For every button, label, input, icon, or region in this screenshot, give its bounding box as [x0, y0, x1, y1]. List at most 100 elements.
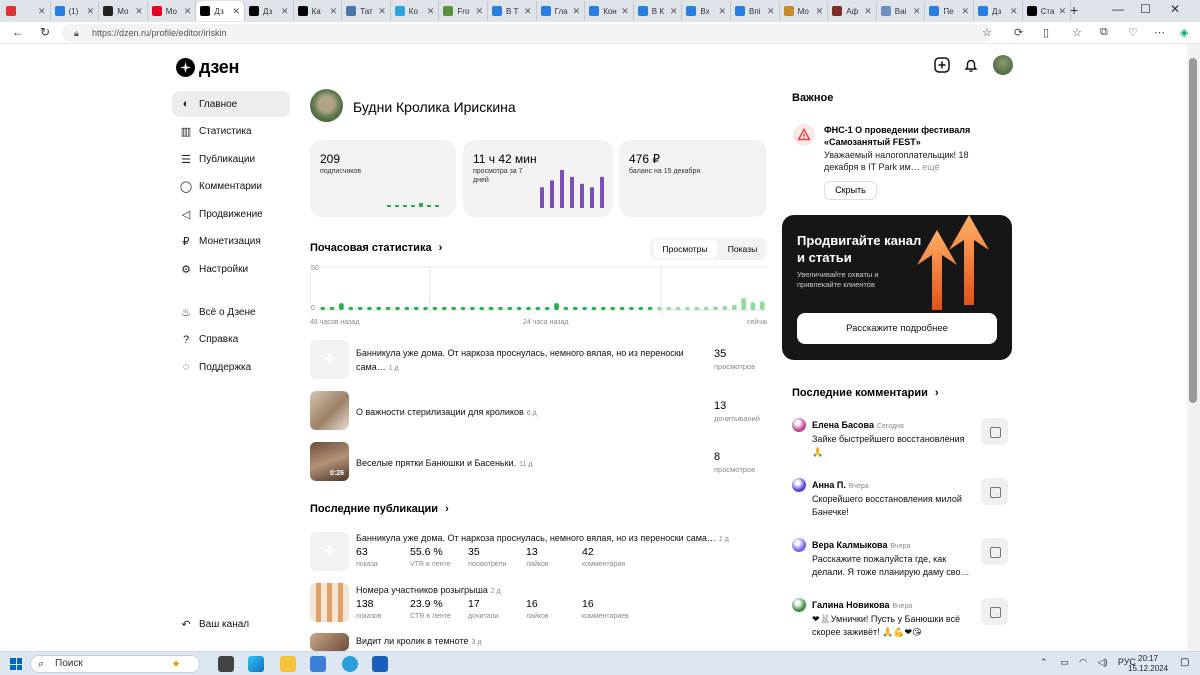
hourly-bar[interactable] — [610, 307, 615, 310]
hourly-bar[interactable] — [320, 307, 326, 310]
browser-tab[interactable]: ✕ — [2, 1, 51, 21]
tab-close-icon[interactable]: ✕ — [184, 6, 192, 17]
hourly-bar[interactable] — [600, 307, 606, 310]
store-app-icon[interactable] — [310, 656, 326, 672]
browser-tab[interactable]: Мо ✕ — [99, 1, 148, 21]
recent-comments-title[interactable]: Последние комментарии › — [792, 387, 939, 399]
tab-close-icon[interactable]: ✕ — [330, 6, 338, 17]
hourly-bar[interactable] — [470, 307, 475, 310]
views-card[interactable]: 11 ч 42 мин просмотра за 7 дней — [463, 140, 613, 217]
tab-close-icon[interactable]: ✕ — [1059, 6, 1067, 17]
tab-close-icon[interactable]: ✕ — [718, 6, 726, 17]
post-thumbnail-video[interactable]: 0:26 — [310, 442, 349, 481]
hourly-bar[interactable] — [713, 306, 718, 310]
tab-close-icon[interactable]: ✕ — [1010, 6, 1018, 17]
browser-tab[interactable]: В К ✕ — [634, 1, 683, 21]
extensions-icon[interactable]: ⟳ — [1014, 26, 1023, 39]
chevron-up-icon[interactable]: ⌃ — [1040, 657, 1048, 667]
hourly-bar[interactable] — [404, 307, 410, 310]
split-screen-icon[interactable]: ▯ — [1043, 26, 1049, 39]
hourly-bar[interactable] — [666, 307, 672, 310]
reply-button[interactable] — [981, 478, 1008, 505]
notifications-bell-icon[interactable] — [962, 56, 980, 74]
tab-close-icon[interactable]: ✕ — [475, 6, 483, 17]
hourly-bar[interactable] — [535, 307, 541, 310]
channel-avatar[interactable] — [310, 89, 343, 122]
collections-icon[interactable]: ⧉ — [1100, 26, 1108, 39]
back-icon[interactable]: ← — [12, 25, 24, 39]
hourly-bar[interactable] — [526, 307, 531, 310]
hide-button[interactable]: Скрыть — [824, 181, 877, 200]
browser-tab[interactable]: Аф ✕ — [828, 1, 877, 21]
sidebar-item[interactable]: ◌ Поддержка — [172, 354, 290, 380]
new-tab-button[interactable]: + — [1070, 2, 1078, 18]
reply-button[interactable] — [981, 538, 1008, 565]
task-view-icon[interactable] — [218, 656, 234, 672]
hourly-bar[interactable] — [423, 307, 428, 310]
tab-views[interactable]: Просмотры — [653, 240, 717, 258]
top-post-title-1[interactable]: Банникула уже дома. От наркоза проснулас… — [356, 346, 706, 376]
comment-text[interactable]: ❤🐰Умнички! Пусть у Банюшки всё скорее за… — [812, 613, 977, 638]
recent-post-title-1[interactable]: Банникула уже дома. От наркоза проснулас… — [356, 531, 776, 547]
browser-tab[interactable]: Кон ✕ — [585, 1, 634, 21]
promo-learn-more-button[interactable]: Расскажите подробнее — [797, 313, 997, 344]
tab-close-icon[interactable]: ✕ — [135, 6, 143, 17]
hourly-bar[interactable] — [498, 307, 503, 310]
browser-tab[interactable]: В Т ✕ — [488, 1, 537, 21]
browser-tab[interactable]: Тат ✕ — [342, 1, 391, 21]
browser-tab[interactable]: Впі ✕ — [731, 1, 780, 21]
hourly-bar[interactable] — [629, 307, 634, 310]
url-field[interactable]: 🔒︎ https://dzen.ru/profile/editor/iriski… — [62, 24, 992, 42]
browser-tab[interactable]: Fro ✕ — [439, 1, 488, 21]
tab-close-icon[interactable]: ✕ — [621, 6, 629, 17]
browser-essentials-icon[interactable]: ♡ — [1128, 26, 1138, 39]
hourly-bar[interactable] — [554, 303, 559, 310]
tab-close-icon[interactable]: ✕ — [38, 6, 46, 17]
dzen-logo[interactable]: дзен — [176, 57, 239, 78]
hourly-bar[interactable] — [488, 307, 494, 310]
comment-text[interactable]: Скорейшего восстановления милой Банечке! — [812, 493, 977, 518]
hourly-bar[interactable] — [451, 307, 456, 310]
hourly-bar[interactable] — [572, 307, 578, 310]
reply-button[interactable] — [981, 418, 1008, 445]
hourly-bar[interactable] — [357, 307, 363, 310]
system-clock[interactable]: 20:17 15.12.2024 — [1128, 654, 1168, 674]
notice-more-link[interactable]: ещё — [922, 162, 939, 172]
tab-close-icon[interactable]: ✕ — [573, 6, 581, 17]
top-post-title-2[interactable]: О важности стерилизации для кроликов 6 д — [356, 405, 537, 421]
post-thumbnail-rabbit[interactable] — [310, 391, 349, 430]
promo-banner[interactable]: Продвигайте канал и статьи Увеличивайте … — [782, 215, 1012, 360]
top-post-title-3[interactable]: Веселые прятки Банюшки и Басеньки. 11 д — [356, 456, 532, 472]
reply-button[interactable] — [981, 598, 1008, 625]
add-publication-icon[interactable] — [933, 56, 951, 74]
hourly-bar[interactable] — [385, 307, 391, 310]
hourly-bar[interactable] — [413, 307, 419, 310]
commenter-name[interactable]: Анна П. Вчера — [812, 480, 869, 490]
tab-close-icon[interactable]: ✕ — [378, 6, 386, 17]
browser-tab[interactable]: Мо ✕ — [780, 1, 829, 21]
browser-tab[interactable]: Вх ✕ — [682, 1, 731, 21]
reload-icon[interactable]: ↻ — [40, 25, 50, 39]
recent-thumbnail-numbers[interactable] — [310, 583, 349, 622]
recent-post-title-3[interactable]: Видит ли кролик в темноте 3 д — [356, 634, 481, 650]
browser-tab[interactable]: Ка ✕ — [294, 1, 343, 21]
commenter-name[interactable]: Вера Калмыкова Вчера — [812, 540, 910, 550]
tab-close-icon[interactable]: ✕ — [87, 6, 95, 17]
commenter-avatar[interactable] — [792, 598, 806, 612]
commenter-avatar[interactable] — [792, 538, 806, 552]
browser-tab[interactable]: Гла ✕ — [537, 1, 586, 21]
hourly-bar[interactable] — [685, 307, 690, 310]
sidebar-item[interactable]: ⚙ Настройки — [172, 256, 290, 282]
favorites-icon[interactable]: ☆ — [1072, 26, 1082, 39]
commenter-avatar[interactable] — [792, 418, 806, 432]
browser-tab[interactable]: Ста ✕ — [1023, 1, 1072, 21]
commenter-name[interactable]: Елена Басова Сегодня — [812, 420, 904, 430]
notifications-icon[interactable]: ▢ — [1180, 657, 1189, 668]
telegram-app-icon[interactable] — [342, 656, 358, 672]
tab-close-icon[interactable]: ✕ — [232, 6, 240, 17]
balance-card[interactable]: 476 ₽ баланс на 15 декабря — [619, 140, 767, 217]
tab-close-icon[interactable]: ✕ — [864, 6, 872, 17]
user-avatar[interactable] — [993, 55, 1013, 75]
scrollbar-thumb[interactable] — [1189, 58, 1197, 403]
minimize-icon[interactable]: — — [1112, 2, 1124, 16]
